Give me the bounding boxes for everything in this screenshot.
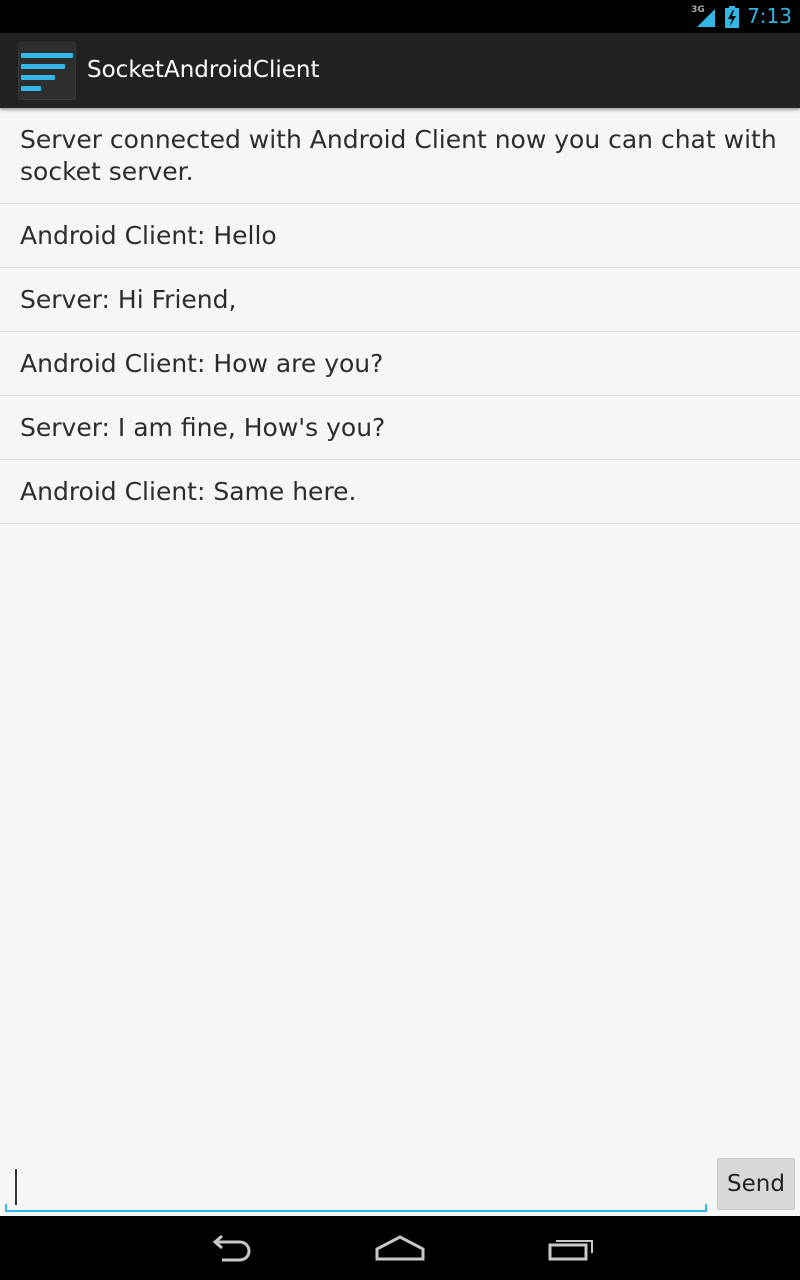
screen: 3G 7:13 SocketAndroidClient Server conne… <box>0 0 800 1280</box>
list-item[interactable]: Android Client: How are you? <box>0 332 800 396</box>
status-icons: 3G 7:13 <box>691 0 792 33</box>
list-item[interactable]: Server: I am fine, How's you? <box>0 396 800 460</box>
send-button[interactable]: Send <box>717 1158 795 1210</box>
list-item[interactable]: Android Client: Hello <box>0 204 800 268</box>
app-icon[interactable] <box>18 42 76 100</box>
list-item[interactable]: Server connected with Android Client now… <box>0 108 800 204</box>
message-list[interactable]: Server connected with Android Client now… <box>0 108 800 524</box>
status-bar: 3G 7:13 <box>0 0 800 33</box>
composer: Send <box>0 1152 800 1216</box>
action-bar: SocketAndroidClient <box>0 33 800 108</box>
list-item[interactable]: Android Client: Same here. <box>0 460 800 524</box>
recents-icon[interactable] <box>541 1230 601 1266</box>
navigation-bar <box>0 1216 800 1280</box>
battery-charging-icon <box>725 5 740 28</box>
text-caret <box>15 1169 17 1205</box>
status-clock: 7:13 <box>747 4 792 28</box>
signal-icon: 3G <box>691 5 717 29</box>
list-item[interactable]: Server: Hi Friend, <box>0 268 800 332</box>
home-icon[interactable] <box>370 1230 430 1266</box>
app-title: SocketAndroidClient <box>87 57 320 83</box>
back-icon[interactable] <box>200 1230 260 1266</box>
message-input[interactable] <box>5 1162 707 1212</box>
